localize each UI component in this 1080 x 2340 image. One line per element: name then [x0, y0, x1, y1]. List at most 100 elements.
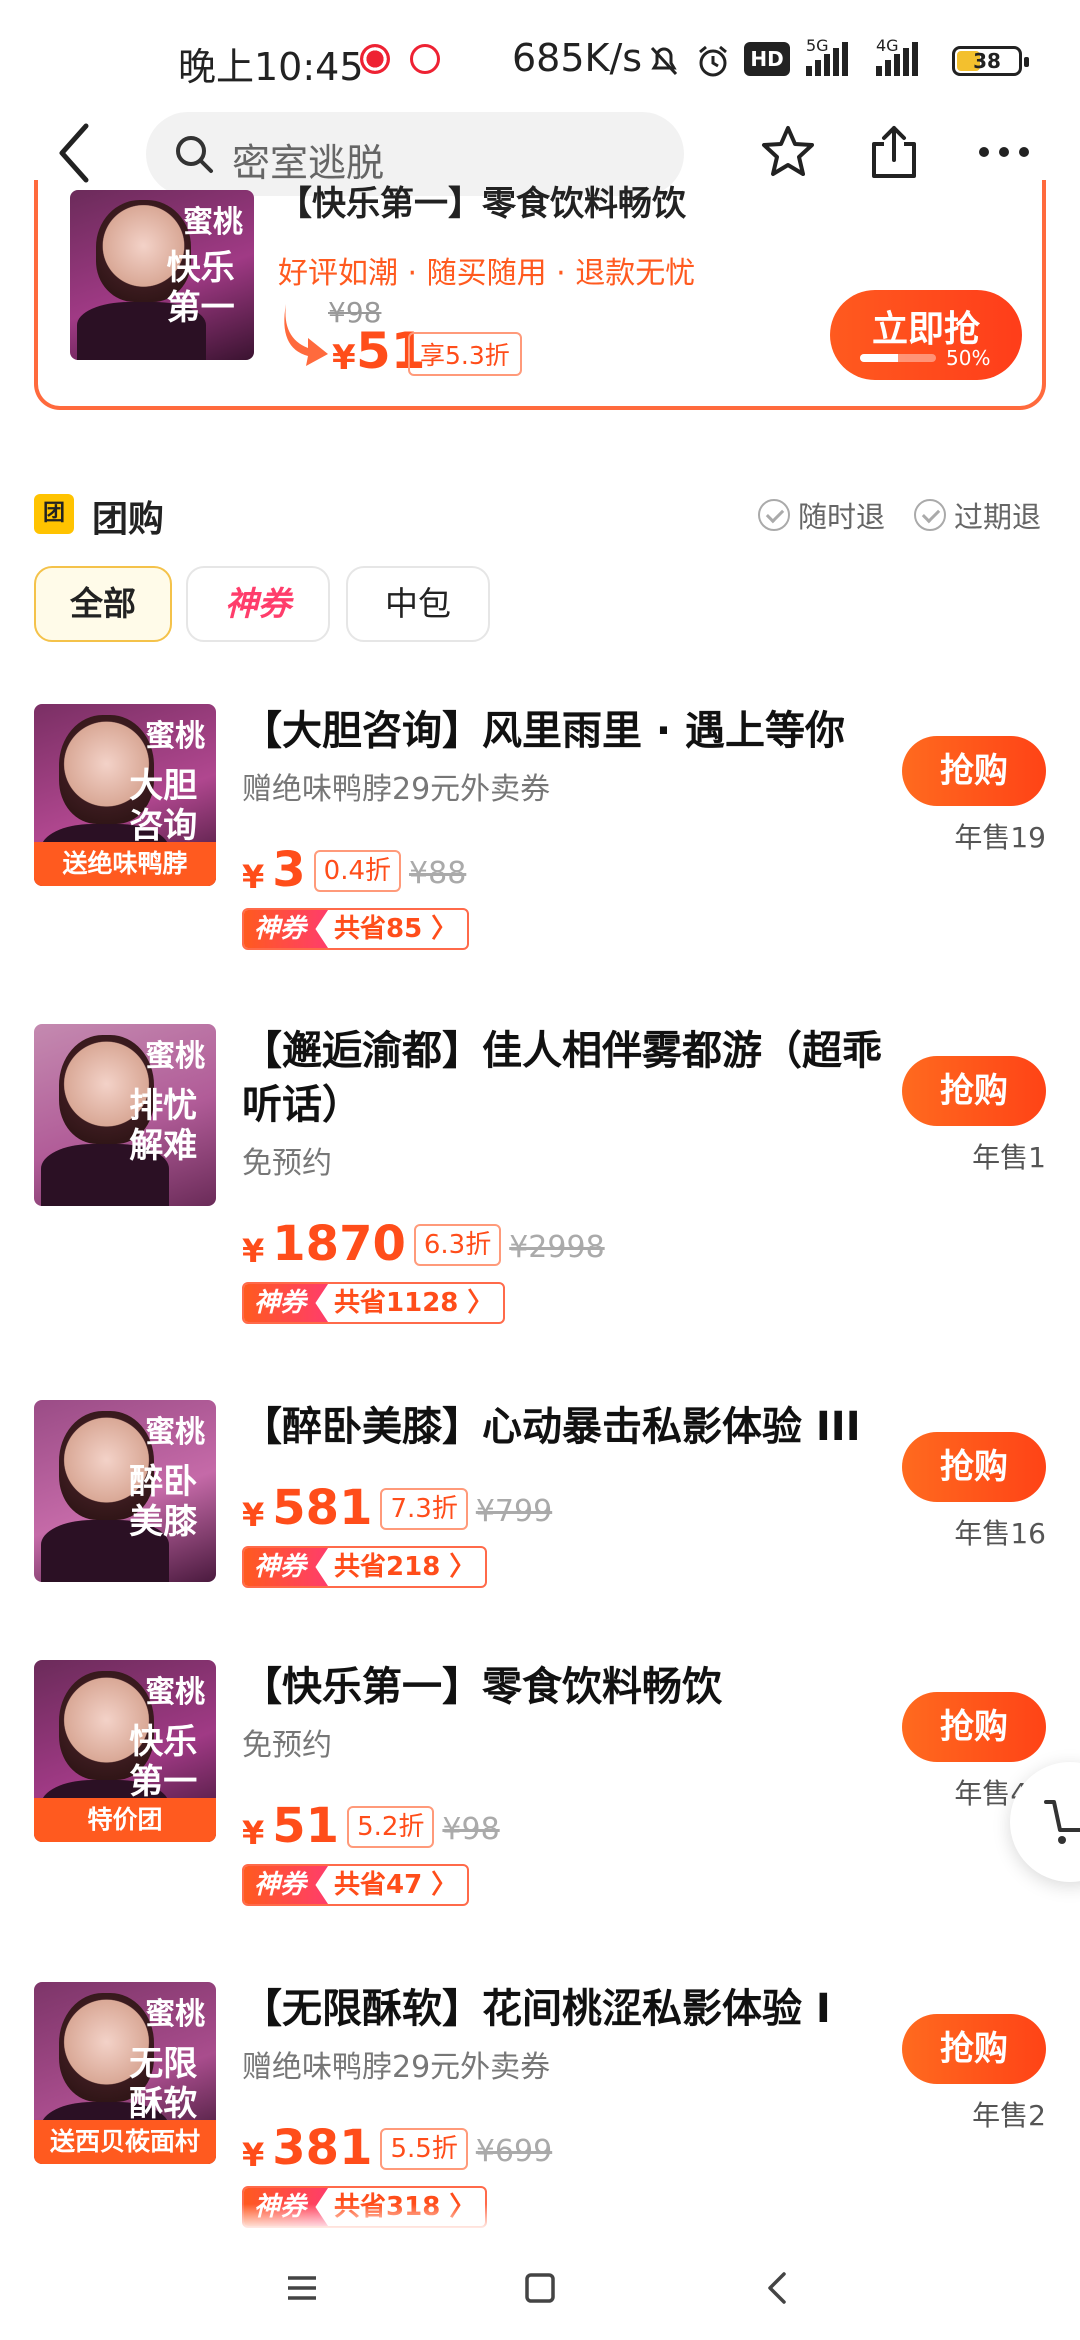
clock: 晚上10:45 — [178, 45, 364, 89]
notification-app-icon — [360, 44, 390, 74]
coupon-tag: 神券 — [244, 1284, 329, 1322]
thumb-brand: 蜜桃 — [145, 1039, 206, 1075]
deal-original-price: ¥98 — [442, 1812, 500, 1847]
deal-discount-badge: 6.3折 — [413, 1224, 502, 1266]
thumb-brand: 蜜桃 — [145, 1415, 206, 1451]
deal-annual-sales: 年售16 — [954, 1517, 1046, 1550]
deal-currency: ¥ — [242, 1232, 265, 1270]
stock-progress-label: 50% — [946, 346, 991, 370]
thumb-ribbon: 特价团 — [34, 1798, 216, 1842]
system-navigation-bar — [0, 2232, 1080, 2340]
grab-deal-button[interactable]: 抢购 — [902, 736, 1046, 806]
featured-discount-badge: 享5.3折 — [408, 332, 522, 376]
deal-subtitle: 赠绝味鸭脖29元外卖券 — [242, 2050, 551, 2085]
signal-4g-icon: 4G — [876, 36, 918, 76]
grab-deal-button[interactable]: 抢购 — [902, 2014, 1046, 2084]
coupon-savings: 共省85 〉 — [334, 914, 458, 944]
check-circle-icon — [758, 499, 790, 531]
deal-list-item[interactable]: 蜜桃 无限酥软 送西贝莜面村 【无限酥软】花间桃涩私影体验 I 赠绝味鸭脖29元… — [0, 1982, 1080, 2228]
deal-list-item[interactable]: 蜜桃 醉卧美膝 【醉卧美膝】心动暴击私影体验 III ¥ 581 7.3折 ¥7… — [0, 1400, 1080, 1640]
deal-original-price: ¥799 — [475, 1494, 553, 1529]
deal-title: 【大胆咨询】风里雨里 · 遇上等你 — [242, 708, 846, 754]
thumb-slogan: 快乐第一 — [166, 247, 235, 328]
coupon-tag: 神券 — [244, 1866, 329, 1904]
deal-title: 【快乐第一】零食饮料畅饮 — [242, 1664, 722, 1710]
grab-deal-button[interactable]: 抢购 — [902, 1056, 1046, 1126]
deal-coupon-badge[interactable]: 神券 共省1128 〉 — [242, 1282, 506, 1324]
deal-price-row: ¥ 1870 6.3折 ¥2998 — [242, 1212, 605, 1272]
thumb-brand: 蜜桃 — [145, 1997, 206, 2033]
filter-chip-medium-room[interactable]: 中包 — [346, 566, 490, 642]
buy-now-label: 立即抢 — [871, 309, 980, 350]
deal-subtitle: 免预约 — [242, 1728, 332, 1763]
deal-currency: ¥ — [242, 1814, 265, 1852]
featured-deal-thumbnail: 蜜桃 快乐第一 — [70, 190, 254, 360]
deal-original-price: ¥88 — [409, 856, 467, 891]
alarm-icon — [699, 45, 727, 77]
battery-icon: 38 — [952, 46, 1029, 76]
coupon-tag: 神券 — [244, 1548, 329, 1586]
deal-thumbnail: 蜜桃 快乐第一 特价团 — [34, 1660, 216, 1842]
coupon-tag: 神券 — [244, 910, 329, 948]
deal-annual-sales: 年售2 — [972, 2099, 1046, 2132]
deal-price: 581 — [272, 1480, 373, 1536]
notification-app-icon-2 — [410, 44, 440, 74]
thumb-brand: 蜜桃 — [145, 719, 206, 755]
deal-price-row: ¥ 3 0.4折 ¥88 — [242, 838, 466, 898]
thumb-slogan: 排忧解难 — [129, 1085, 198, 1166]
featured-currency: ¥ — [332, 338, 356, 378]
deal-thumbnail: 蜜桃 醉卧美膝 — [34, 1400, 216, 1582]
deal-title: 【无限酥软】花间桃涩私影体验 I — [242, 1986, 831, 2032]
coupon-savings: 共省47 〉 — [334, 1870, 458, 1900]
coupon-savings: 共省1128 〉 — [334, 1288, 494, 1318]
deal-discount-badge: 5.5折 — [380, 2128, 468, 2170]
thumb-ribbon: 送西贝莜面村 — [34, 2120, 216, 2164]
deal-coupon-badge[interactable]: 神券 共省85 〉 — [242, 908, 470, 950]
thumb-slogan: 快乐第一 — [129, 1721, 198, 1802]
deal-thumbnail: 蜜桃 无限酥软 送西贝莜面村 — [34, 1982, 216, 2164]
thumb-slogan: 醉卧美膝 — [129, 1461, 198, 1542]
share-icon[interactable] — [862, 120, 926, 184]
deal-list-item[interactable]: 蜜桃 快乐第一 特价团 【快乐第一】零食饮料畅饮 免预约 ¥ 51 5.2折 ¥… — [0, 1660, 1080, 1906]
deal-annual-sales: 年售1 — [972, 1141, 1046, 1174]
filter-chip-coupon[interactable]: 神券 — [186, 566, 330, 642]
thumb-brand: 蜜桃 — [145, 1675, 206, 1711]
deal-price-row: ¥ 51 5.2折 ¥98 — [242, 1794, 500, 1854]
deal-title: 【邂逅渝都】佳人相伴雾都游（超乖听话） — [242, 1028, 882, 1128]
deal-list-item[interactable]: 蜜桃 大胆咨询 送绝味鸭脖 【大胆咨询】风里雨里 · 遇上等你 赠绝味鸭脖29元… — [0, 704, 1080, 950]
deal-currency: ¥ — [242, 1496, 265, 1534]
grab-deal-button[interactable]: 抢购 — [902, 1692, 1046, 1762]
cart-icon — [1044, 1800, 1080, 1844]
more-dots-icon[interactable] — [972, 120, 1036, 184]
deal-coupon-badge[interactable]: 神券 共省47 〉 — [242, 1864, 470, 1906]
deal-price: 51 — [272, 1798, 340, 1854]
thumb-brand: 蜜桃 — [182, 204, 243, 240]
deal-list-item[interactable]: 蜜桃 排忧解难 【邂逅渝都】佳人相伴雾都游（超乖听话） 免预约 ¥ 1870 6… — [0, 1024, 1080, 1324]
featured-deal-card[interactable]: 蜜桃 快乐第一 【快乐第一】零食饮料畅饮 好评如潮 · 随买随用 · 退款无忧 … — [34, 180, 1046, 410]
featured-deal-title: 【快乐第一】零食饮料畅饮 — [278, 184, 686, 224]
filter-chip-all[interactable]: 全部 — [34, 566, 172, 642]
back-triangle-icon[interactable] — [748, 2260, 808, 2316]
home-square-icon[interactable] — [510, 2260, 570, 2316]
signal-5g-icon: 5G — [806, 36, 848, 76]
favorite-star-icon[interactable] — [756, 120, 820, 184]
group-buy-icon: 团 — [34, 494, 74, 534]
coupon-savings: 共省218 〉 — [334, 1552, 476, 1582]
grab-deal-button[interactable]: 抢购 — [902, 1432, 1046, 1502]
deal-coupon-badge[interactable]: 神券 共省218 〉 — [242, 1546, 488, 1588]
stock-progress-bar — [860, 354, 936, 362]
deal-annual-sales: 年售19 — [954, 821, 1046, 854]
deal-discount-badge: 0.4折 — [313, 850, 402, 892]
deal-title: 【醉卧美膝】心动暴击私影体验 III — [242, 1404, 861, 1450]
battery-level: 38 — [973, 49, 1001, 73]
mute-bell-icon — [650, 46, 678, 76]
deal-currency: ¥ — [242, 858, 265, 896]
back-arrow-icon[interactable] — [48, 118, 108, 188]
menu-icon[interactable] — [272, 2260, 332, 2316]
deal-subtitle: 赠绝味鸭脖29元外卖券 — [242, 772, 551, 807]
check-circle-icon — [914, 499, 946, 531]
buy-now-button[interactable]: 立即抢 50% — [830, 290, 1022, 380]
deal-original-price: ¥2998 — [509, 1230, 605, 1265]
thumb-ribbon: 送绝味鸭脖 — [34, 842, 216, 886]
deal-price-row: ¥ 381 5.5折 ¥699 — [242, 2116, 552, 2176]
